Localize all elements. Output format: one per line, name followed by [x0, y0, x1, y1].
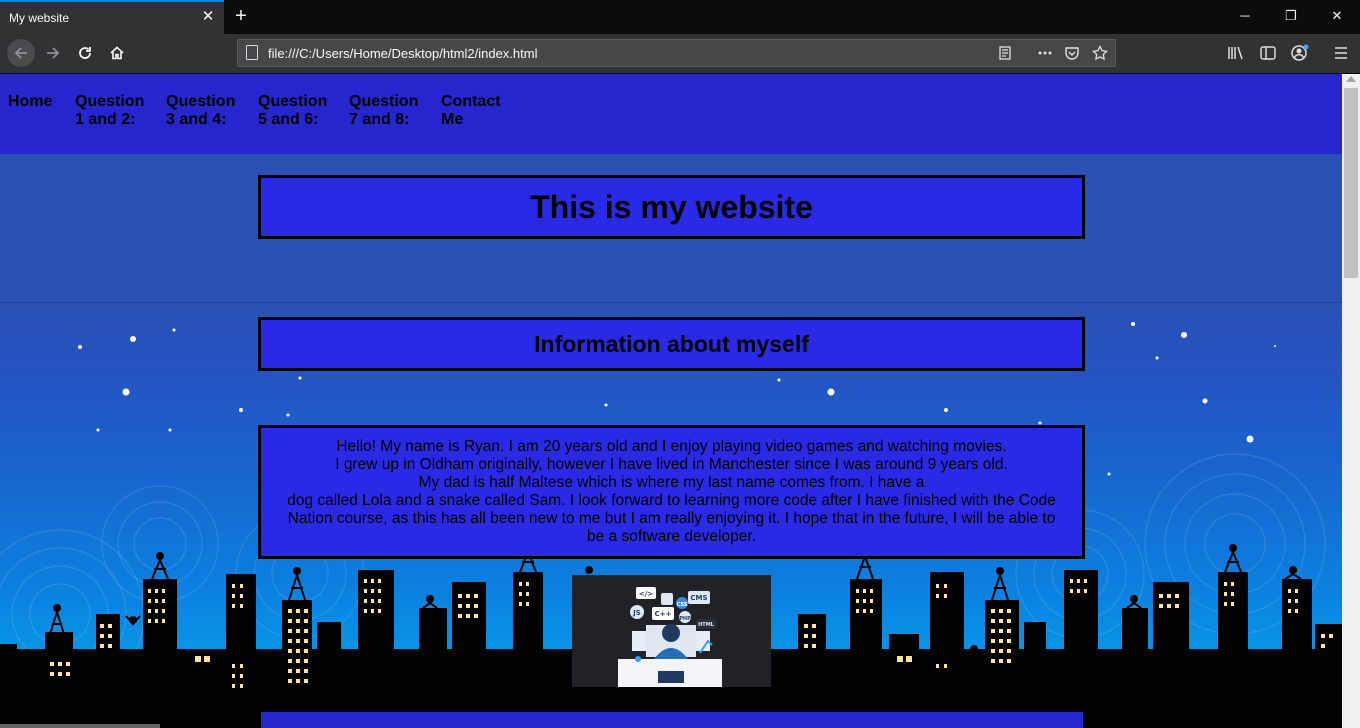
developer-illustration: </> CMS JS C++ CSS PHP HTML	[572, 575, 771, 687]
new-tab-button[interactable]: +	[230, 4, 252, 28]
restore-button[interactable]: ❐	[1268, 0, 1314, 34]
tab-title: My website	[9, 11, 70, 25]
minimize-button[interactable]: ─	[1222, 0, 1268, 34]
image-label: </>	[639, 590, 653, 598]
footer-box	[261, 712, 1083, 728]
page-title: This is my website	[530, 189, 813, 225]
bio-line: Hello! My name is Ryan. I am 20 years ol…	[336, 438, 1007, 455]
vertical-scrollbar[interactable]	[1342, 74, 1360, 728]
scroll-up-arrow-icon[interactable]	[1346, 76, 1356, 82]
image-label: HTML	[698, 622, 715, 628]
image-label: PHP	[679, 616, 691, 622]
image-label: CMS	[690, 594, 707, 602]
sidebar-icon[interactable]	[1256, 40, 1280, 66]
account-icon[interactable]	[1288, 40, 1312, 66]
site-title-box: This is my website	[258, 175, 1085, 239]
bio-line: dog called Lola and a snake called Sam. …	[287, 492, 1056, 545]
more-actions-icon[interactable]	[1034, 42, 1056, 64]
url-bar[interactable]: file:///C:/Users/Home/Desktop/html2/inde…	[237, 39, 1116, 67]
image-label: C++	[655, 610, 672, 618]
bio-line: I grew up in Oldham originally, however …	[335, 456, 1008, 473]
page-viewport: Home Question 1 and 2: Question 3 and 4: Q…	[0, 74, 1342, 728]
back-arrow-icon[interactable]	[7, 39, 35, 67]
url-text[interactable]: file:///C:/Users/Home/Desktop/html2/inde…	[268, 46, 537, 61]
bio-line: My dad is half Maltese which is where my…	[418, 474, 925, 491]
section-heading-box: Information about myself	[258, 317, 1085, 371]
image-label: JS	[632, 609, 641, 617]
scrollbar-thumb[interactable]	[1344, 88, 1358, 278]
browser-tab[interactable]: My website ✕	[0, 0, 224, 34]
browser-toolbar: file:///C:/Users/Home/Desktop/html2/inde…	[0, 34, 1360, 74]
pocket-icon[interactable]	[1061, 42, 1083, 64]
menu-icon[interactable]	[1329, 40, 1353, 66]
page-icon	[246, 45, 258, 60]
home-icon[interactable]	[103, 39, 131, 67]
horizontal-scrollbar-thumb[interactable]	[0, 724, 160, 728]
reader-view-icon[interactable]	[994, 42, 1016, 64]
forward-arrow-icon[interactable]	[39, 39, 67, 67]
bookmark-star-icon[interactable]	[1089, 42, 1111, 64]
library-icon[interactable]	[1224, 40, 1248, 66]
tab-close-icon[interactable]: ✕	[200, 7, 216, 27]
reload-icon[interactable]	[71, 39, 99, 67]
close-window-button[interactable]: ✕	[1314, 0, 1360, 34]
tab-strip: My website ✕ + ─ ❐ ✕	[0, 0, 1360, 34]
section-heading: Information about myself	[534, 331, 809, 357]
bio-text-box: Hello! My name is Ryan. I am 20 years ol…	[258, 425, 1085, 559]
image-label: CSS	[677, 602, 688, 608]
